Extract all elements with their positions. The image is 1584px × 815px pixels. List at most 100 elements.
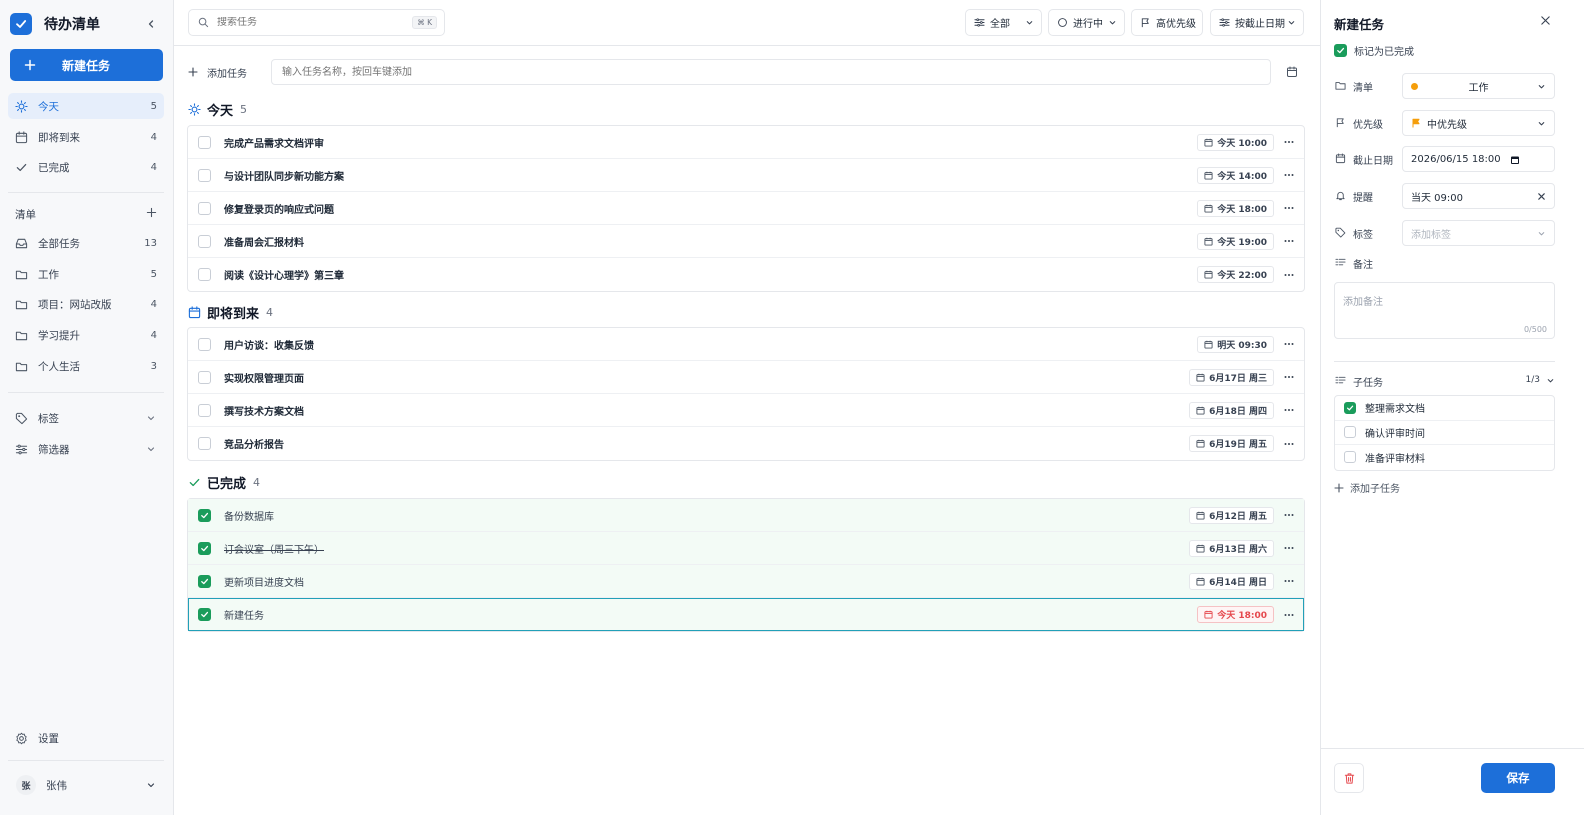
- nav-item-upcoming[interactable]: 即将到来 4: [8, 124, 164, 150]
- more-icon[interactable]: [1283, 338, 1295, 350]
- sidebar-item-personal[interactable]: 个人生活 3: [8, 353, 164, 379]
- due-badge[interactable]: 今天 14:00: [1197, 166, 1274, 184]
- task-checkbox[interactable]: [198, 437, 211, 450]
- more-icon[interactable]: [1283, 575, 1295, 587]
- new-task-button[interactable]: 新建任务: [10, 49, 163, 81]
- task-row[interactable]: 实现权限管理页面 6月17日 周三: [188, 361, 1304, 394]
- task-row[interactable]: 完成产品需求文档评审 今天 10:00: [188, 126, 1304, 159]
- subtask-item[interactable]: 整理需求文档: [1335, 396, 1554, 421]
- task-checkbox[interactable]: [198, 370, 211, 384]
- clear-icon[interactable]: [1537, 192, 1546, 201]
- task-checkbox[interactable]: [198, 201, 211, 215]
- task-row[interactable]: 备份数据库 6月12日 周五: [188, 499, 1304, 532]
- brand: 待办清单: [10, 13, 162, 35]
- more-icon[interactable]: [1283, 202, 1295, 214]
- checkbox-checked[interactable]: [1334, 44, 1347, 57]
- task-row[interactable]: 修复登录页的响应式问题 今天 18:00: [188, 192, 1304, 225]
- due-badge[interactable]: 今天 22:00: [1197, 266, 1274, 283]
- delete-button[interactable]: [1334, 763, 1364, 793]
- due-badge[interactable]: 6月14日 周日: [1189, 572, 1274, 590]
- due-badge[interactable]: 今天 18:00: [1197, 199, 1274, 217]
- calendar-picker-icon[interactable]: [1510, 155, 1520, 165]
- due-badge[interactable]: 明天 09:30: [1197, 335, 1274, 353]
- sidebar-item-filters[interactable]: 筛选器: [8, 436, 164, 462]
- sidebar-item-tags[interactable]: 标签: [8, 405, 164, 431]
- subtask-checkbox-checked[interactable]: [1344, 401, 1356, 414]
- more-icon[interactable]: [1283, 542, 1295, 554]
- sidebar-item-website-redesign[interactable]: 项目：网站改版 4: [8, 291, 164, 317]
- task-row[interactable]: 与设计团队同步新功能方案 今天 14:00: [188, 159, 1304, 192]
- mark-done-checkbox[interactable]: 标记为已完成: [1334, 43, 1414, 58]
- subtask-checkbox[interactable]: [1344, 426, 1356, 439]
- task-checkbox[interactable]: [198, 403, 211, 417]
- task-checkbox[interactable]: [198, 135, 211, 149]
- task-row[interactable]: 订会议室（周三下午） 6月13日 周六: [188, 532, 1304, 565]
- task-row[interactable]: 用户访谈：收集反馈 明天 09:30: [188, 328, 1304, 361]
- priority-select[interactable]: 中优先级: [1402, 110, 1555, 136]
- sidebar-item-work[interactable]: 工作 5: [8, 261, 164, 287]
- due-badge-overdue[interactable]: 今天 18:00: [1197, 606, 1274, 623]
- sidebar-item-settings[interactable]: 设置: [8, 725, 164, 751]
- list-select[interactable]: 工作: [1402, 73, 1555, 99]
- quick-add-input[interactable]: [271, 59, 1271, 85]
- task-checkbox[interactable]: [198, 168, 211, 182]
- task-row[interactable]: 撰写技术方案文档 6月18日 周四: [188, 394, 1304, 427]
- due-badge[interactable]: 6月17日 周三: [1189, 368, 1274, 386]
- due-badge[interactable]: 今天 10:00: [1197, 133, 1274, 151]
- collapse-sidebar-icon[interactable]: [144, 17, 158, 31]
- due-badge[interactable]: 6月13日 周六: [1189, 539, 1274, 557]
- more-icon[interactable]: [1283, 371, 1295, 383]
- due-datetime-input[interactable]: 2026/06/15 18:00: [1402, 146, 1555, 172]
- search-input[interactable]: [217, 17, 397, 28]
- nav-item-completed[interactable]: 已完成 4: [8, 154, 164, 180]
- group-header-today[interactable]: 今天 5: [188, 99, 247, 119]
- tags-select[interactable]: 添加标签: [1402, 220, 1555, 246]
- subtask-checkbox[interactable]: [1344, 451, 1356, 464]
- notes-textarea[interactable]: 添加备注 0/500: [1334, 282, 1555, 339]
- search-box[interactable]: ⌘ K: [188, 9, 445, 36]
- filter-all-dropdown[interactable]: 全部: [965, 9, 1042, 36]
- task-checkbox[interactable]: [198, 268, 211, 281]
- more-icon[interactable]: [1283, 235, 1295, 247]
- group-header-completed[interactable]: 已完成 4: [188, 472, 260, 492]
- sidebar-item-learning[interactable]: 学习提升 4: [8, 322, 164, 348]
- reminder-input[interactable]: 当天 09:00: [1402, 183, 1555, 209]
- subtask-item[interactable]: 确认评审时间: [1335, 421, 1554, 445]
- task-checkbox-checked[interactable]: [198, 574, 211, 588]
- due-badge[interactable]: 6月19日 周五: [1189, 435, 1274, 452]
- nav-item-today[interactable]: 今天 5: [8, 93, 164, 119]
- more-icon[interactable]: [1283, 169, 1295, 181]
- more-icon[interactable]: [1283, 404, 1295, 416]
- due-badge[interactable]: 今天 19:00: [1197, 232, 1274, 250]
- filter-priority-button[interactable]: 高优先级: [1131, 9, 1203, 36]
- task-checkbox-checked[interactable]: [198, 541, 211, 555]
- add-list-icon[interactable]: [146, 207, 157, 218]
- task-checkbox[interactable]: [198, 337, 211, 351]
- task-checkbox-checked[interactable]: [198, 508, 211, 522]
- more-icon[interactable]: [1283, 509, 1295, 521]
- task-row[interactable]: 更新项目进度文档 6月14日 周日: [188, 565, 1304, 598]
- user-menu[interactable]: 张 张伟: [8, 772, 164, 798]
- sidebar-item-all-tasks[interactable]: 全部任务 13: [8, 230, 164, 256]
- task-checkbox-checked[interactable]: [198, 608, 211, 621]
- more-icon[interactable]: [1283, 609, 1295, 621]
- more-icon[interactable]: [1283, 136, 1295, 148]
- task-row[interactable]: 竞品分析报告 6月19日 周五: [188, 427, 1304, 460]
- calendar-icon[interactable]: [1286, 66, 1298, 78]
- close-icon[interactable]: [1540, 15, 1551, 26]
- more-icon[interactable]: [1283, 438, 1295, 450]
- add-subtask-button[interactable]: 添加子任务: [1334, 480, 1400, 495]
- more-icon[interactable]: [1283, 269, 1295, 281]
- subtask-item[interactable]: 准备评审材料: [1335, 445, 1554, 470]
- group-header-upcoming[interactable]: 即将到来 4: [188, 302, 273, 322]
- save-button[interactable]: 保存: [1481, 763, 1555, 793]
- task-row[interactable]: 准备周会汇报材料 今天 19:00: [188, 225, 1304, 258]
- subtasks-header[interactable]: 子任务 1/3: [1334, 374, 1555, 389]
- task-row-selected[interactable]: 新建任务 今天 18:00: [188, 598, 1304, 631]
- task-checkbox[interactable]: [198, 234, 211, 248]
- filter-status-dropdown[interactable]: 进行中: [1048, 9, 1125, 36]
- task-row[interactable]: 阅读《设计心理学》第三章 今天 22:00: [188, 258, 1304, 291]
- sort-dropdown[interactable]: 按截止日期: [1210, 9, 1304, 36]
- due-badge[interactable]: 6月18日 周四: [1189, 401, 1274, 419]
- due-badge[interactable]: 6月12日 周五: [1189, 506, 1274, 524]
